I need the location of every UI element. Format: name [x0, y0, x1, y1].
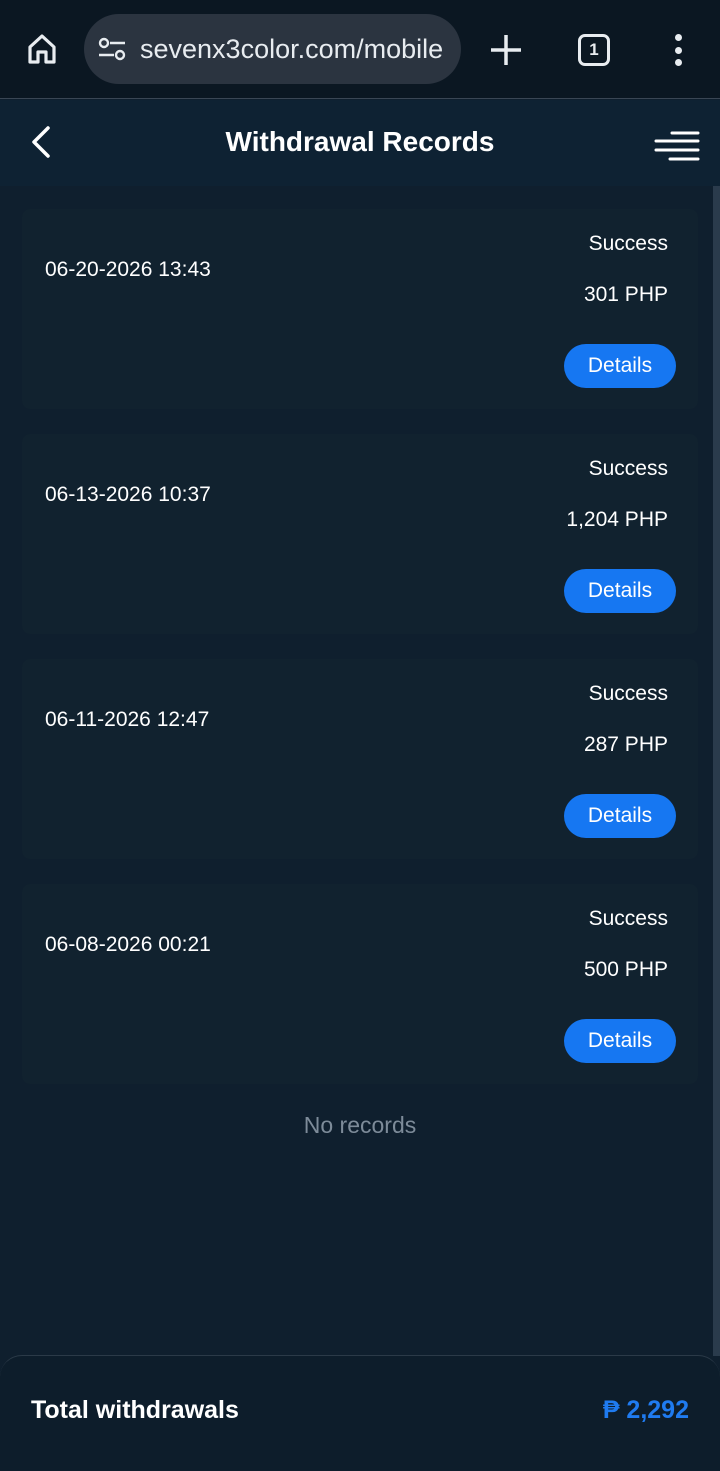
new-tab-icon[interactable]: [486, 30, 526, 70]
details-button[interactable]: Details: [564, 794, 676, 838]
record-status: Success: [588, 232, 668, 255]
address-bar[interactable]: sevenx3color.com/mobile: [84, 14, 461, 84]
site-settings-icon[interactable]: [97, 34, 127, 64]
tab-count: 1: [589, 40, 599, 59]
record-date: 06-20-2026 13:43: [45, 258, 211, 281]
record-card: 06-11-2026 12:47 Success 287 PHP Details: [22, 659, 698, 859]
page-title: Withdrawal Records: [225, 126, 495, 157]
url-text: sevenx3color.com/mobile: [140, 33, 444, 64]
browser-menu-icon[interactable]: [664, 30, 692, 70]
record-status: Success: [588, 907, 668, 930]
record-list: 06-20-2026 13:43 Success 301 PHP Details…: [22, 209, 698, 1109]
record-date: 06-13-2026 10:37: [45, 483, 211, 506]
no-records-text: No records: [303, 1112, 417, 1138]
record-card: 06-13-2026 10:37 Success 1,204 PHP Detai…: [22, 434, 698, 634]
record-amount: 500 PHP: [583, 958, 668, 981]
total-amount: ₱ 2,292: [602, 1396, 689, 1424]
tab-switcher-button[interactable]: 1: [578, 34, 610, 66]
record-card: 06-20-2026 13:43 Success 301 PHP Details: [22, 209, 698, 409]
scrollbar[interactable]: [713, 186, 720, 1356]
record-status: Success: [588, 682, 668, 705]
record-status: Success: [588, 457, 668, 480]
total-label: Total withdrawals: [31, 1396, 239, 1424]
details-button[interactable]: Details: [564, 1019, 676, 1063]
details-button[interactable]: Details: [564, 569, 676, 613]
browser-toolbar: sevenx3color.com/mobile 1: [0, 0, 720, 99]
home-icon[interactable]: [20, 27, 64, 71]
record-date: 06-08-2026 00:21: [45, 933, 211, 956]
record-amount: 1,204 PHP: [566, 508, 668, 531]
record-date: 06-11-2026 12:47: [45, 708, 210, 731]
details-button[interactable]: Details: [564, 344, 676, 388]
record-amount: 287 PHP: [583, 733, 668, 756]
filter-menu-icon[interactable]: [652, 128, 700, 168]
app-header: Withdrawal Records: [0, 100, 720, 186]
record-amount: 301 PHP: [583, 283, 668, 306]
back-arrow-icon[interactable]: [24, 120, 64, 164]
record-card: 06-08-2026 00:21 Success 500 PHP Details: [22, 884, 698, 1084]
total-footer: Total withdrawals ₱ 2,292: [0, 1355, 720, 1471]
